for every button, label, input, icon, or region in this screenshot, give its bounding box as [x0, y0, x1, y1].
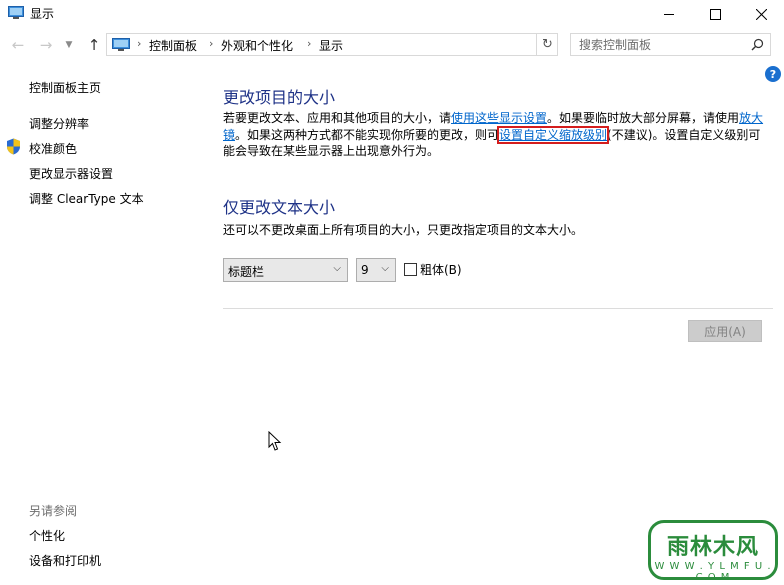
up-button[interactable]: ↑	[84, 36, 104, 54]
chevron-down-icon: ▼	[65, 40, 73, 50]
devices-and-printers-link[interactable]: 设备和打印机	[29, 552, 101, 569]
search-icon[interactable]	[751, 38, 764, 51]
refresh-button[interactable]: ↻	[536, 33, 558, 56]
mouse-cursor-icon	[268, 431, 282, 451]
breadcrumb-separator: ›	[137, 37, 142, 50]
title-bar: 显示	[0, 0, 784, 28]
control-panel-icon	[112, 38, 130, 51]
display-icon	[8, 6, 24, 19]
search-box	[570, 33, 771, 56]
search-input[interactable]	[571, 34, 747, 55]
forward-button[interactable]: →	[36, 36, 56, 54]
maximize-icon	[709, 8, 721, 20]
description-text: 。如果要临时放大部分屏幕，请使用	[547, 111, 740, 125]
arrow-left-icon: ←	[11, 36, 25, 54]
close-button[interactable]	[738, 0, 784, 28]
change-text-size-heading: 仅更改文本大小	[223, 198, 336, 217]
description-text: 若要更改文本、应用和其他项目的大小，请	[223, 111, 452, 125]
window-title: 显示	[30, 7, 55, 21]
change-display-settings-link[interactable]: 更改显示器设置	[29, 165, 113, 182]
main-content: 更改项目的大小 若要更改文本、应用和其他项目的大小，请使用这些显示设置。如果要临…	[223, 62, 773, 462]
watermark-title: 雨林木风	[666, 535, 759, 560]
close-icon	[755, 8, 767, 20]
display-settings-link[interactable]: 使用这些显示设置	[451, 111, 547, 125]
maximize-button[interactable]	[692, 0, 738, 28]
control-panel-home-link[interactable]: 控制面板主页	[29, 79, 101, 96]
recent-locations-button[interactable]: ▼	[62, 36, 76, 54]
breadcrumb-separator: ›	[209, 37, 214, 50]
breadcrumb-appearance[interactable]: 外观和个性化	[221, 37, 293, 54]
chevron-down-icon: ⌵	[333, 263, 341, 274]
watermark-url: W W W . Y L M F U . C O M	[654, 561, 772, 583]
chevron-down-icon: ⌵	[381, 263, 389, 274]
text-size-description: 还可以不更改桌面上所有项目的大小，只更改指定项目的文本大小。	[223, 223, 584, 237]
bold-checkbox-label[interactable]: 粗体(B)	[420, 261, 462, 278]
calibrate-color-link[interactable]: 校准颜色	[29, 140, 77, 157]
personalization-link[interactable]: 个性化	[29, 527, 65, 544]
minimize-button[interactable]	[646, 0, 692, 28]
bold-checkbox[interactable]	[404, 263, 417, 276]
refresh-icon: ↻	[542, 37, 553, 52]
breadcrumb-display[interactable]: 显示	[319, 37, 343, 54]
address-bar[interactable]: › 控制面板 › 外观和个性化 › 显示 ▼	[106, 33, 630, 56]
font-size-select[interactable]: 9 ⌵	[356, 258, 396, 282]
arrow-right-icon: →	[39, 36, 53, 54]
breadcrumb-separator: ›	[307, 37, 312, 50]
see-also-heading: 另请参阅	[29, 504, 78, 518]
watermark-logo: 雨林木风 W W W . Y L M F U . C O M	[648, 520, 778, 583]
adjust-resolution-link[interactable]: 调整分辨率	[29, 115, 89, 132]
uac-shield-icon	[7, 138, 20, 155]
change-item-size-heading: 更改项目的大小	[223, 88, 336, 107]
font-size-value: 9	[361, 263, 369, 277]
item-select[interactable]: 标题栏 ⌵	[223, 258, 348, 282]
breadcrumb-control-panel[interactable]: 控制面板	[149, 37, 197, 54]
adjust-cleartype-link[interactable]: 调整 ClearType 文本	[29, 190, 144, 207]
left-navigation-pane: 控制面板主页 调整分辨率 校准颜色 更改显示器设置 调整 ClearType 文…	[0, 62, 200, 585]
arrow-up-icon: ↑	[87, 36, 101, 54]
back-button[interactable]: ←	[8, 36, 28, 54]
change-size-description: 若要更改文本、应用和其他项目的大小，请使用这些显示设置。如果要临时放大部分屏幕，…	[223, 110, 771, 160]
item-select-value: 标题栏	[228, 265, 265, 279]
custom-scaling-link[interactable]: 设置自定义缩放级别	[497, 125, 610, 144]
divider	[223, 308, 773, 309]
minimize-icon	[663, 13, 674, 15]
description-text: 。如果这两种方式都不能实现你所要的更改，则可	[235, 127, 500, 142]
apply-button[interactable]: 应用(A)	[688, 320, 762, 342]
